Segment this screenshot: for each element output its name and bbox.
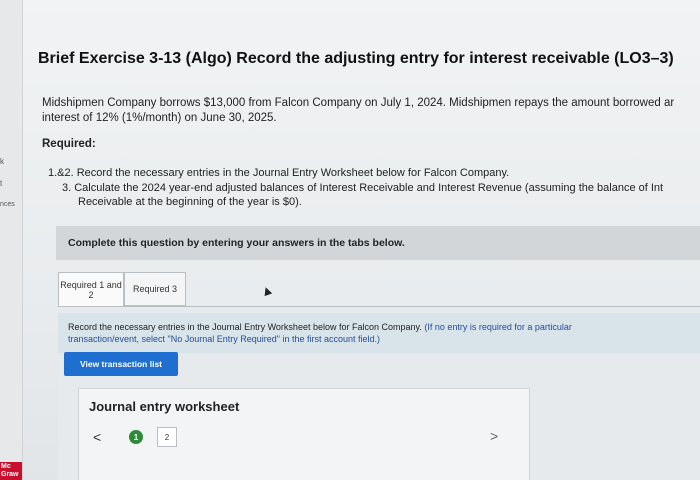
sidebar-item-partial-1[interactable]: k — [0, 157, 4, 166]
journal-entry-worksheet: Journal entry worksheet < 1 2 — [78, 388, 530, 480]
problem-intro: Midshipmen Company borrows $13,000 from … — [42, 96, 700, 126]
page-title: Brief Exercise 3-13 (Algo) Record the ad… — [38, 50, 674, 67]
worksheet-step-1[interactable]: 1 — [129, 430, 143, 444]
chevron-right-icon[interactable]: > — [490, 428, 498, 444]
requirement-3: 3. Calculate the 2024 year-end adjusted … — [62, 181, 663, 209]
requirement-3-line-2: Receivable at the beginning of the year … — [78, 196, 302, 208]
instruction-box: Record the necessary entries in the Jour… — [58, 313, 700, 353]
worksheet-title: Journal entry worksheet — [89, 399, 240, 414]
mouse-cursor-icon — [261, 285, 273, 297]
sidebar-item-partial-3[interactable]: nces — [0, 201, 15, 208]
intro-line-2: interest of 12% (1%/month) on June 30, 2… — [42, 112, 277, 124]
sidebar-item-partial-2[interactable]: t — [0, 179, 2, 188]
page: k t nces Mc Graw Brief Exercise 3-13 (Al… — [0, 0, 700, 480]
view-transaction-list-button[interactable]: View transaction list — [64, 352, 178, 376]
worksheet-step-2[interactable]: 2 — [157, 427, 177, 447]
worksheet-step-nav: < 1 2 — [93, 427, 177, 447]
chevron-left-icon[interactable]: < — [93, 429, 113, 445]
instruction-note-2: transaction/event, select "No Journal En… — [68, 334, 381, 344]
instruction-note-1: (If no entry is required for a particula… — [424, 322, 572, 332]
intro-line-1: Midshipmen Company borrows $13,000 from … — [42, 97, 675, 109]
instructions-banner: Complete this question by entering your … — [56, 226, 700, 260]
requirement-3-line-1: 3. Calculate the 2024 year-end adjusted … — [62, 182, 664, 194]
requirement-1-2: 1.&2. Record the necessary entries in th… — [48, 167, 510, 179]
mcgraw-logo: Mc Graw — [0, 462, 22, 480]
instruction-text: Record the necessary entries in the Jour… — [68, 321, 572, 345]
tab-required-1-2[interactable]: Required 1 and 2 — [58, 272, 124, 306]
required-heading: Required: — [42, 138, 96, 150]
tab-required-3[interactable]: Required 3 — [124, 272, 186, 306]
banner-text: Complete this question by entering your … — [68, 237, 405, 249]
instruction-main: Record the necessary entries in the Jour… — [68, 322, 425, 332]
left-sidebar: k t nces Mc Graw — [0, 0, 23, 480]
